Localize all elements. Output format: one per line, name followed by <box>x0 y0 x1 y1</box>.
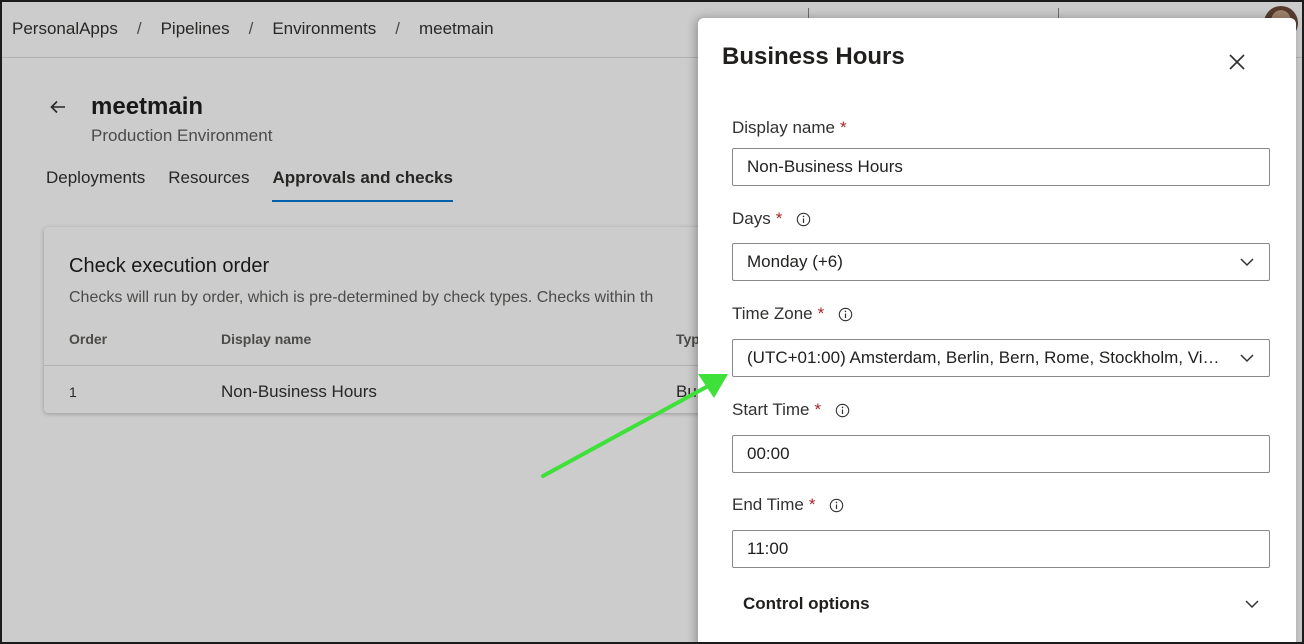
required-marker: * <box>817 304 825 323</box>
chevron-down-icon <box>1239 350 1255 366</box>
info-icon[interactable] <box>829 498 844 513</box>
days-dropdown[interactable]: Monday (+6) <box>732 243 1270 281</box>
display-name-label-text: Display name <box>732 118 835 137</box>
end-time-label: End Time * <box>732 495 844 515</box>
required-marker: * <box>840 118 847 137</box>
display-name-label: Display name * <box>732 118 847 138</box>
display-name-field[interactable]: Non-Business Hours <box>732 148 1270 186</box>
required-marker: * <box>808 495 816 514</box>
start-time-field[interactable]: 00:00 <box>732 435 1270 473</box>
panel-title: Business Hours <box>722 43 905 70</box>
info-icon[interactable] <box>835 403 850 418</box>
control-options-label: Control options <box>743 594 870 613</box>
required-marker: * <box>775 209 783 228</box>
time-zone-label-text: Time Zone <box>732 304 813 323</box>
info-icon[interactable] <box>796 212 811 227</box>
end-time-value: 11:00 <box>747 539 789 558</box>
info-icon[interactable] <box>838 307 853 322</box>
days-label-text: Days <box>732 209 771 228</box>
control-options-expander[interactable]: Control options <box>732 590 1270 618</box>
start-time-label: Start Time * <box>732 400 850 420</box>
close-icon[interactable] <box>1226 51 1248 73</box>
days-value: Monday (+6) <box>747 252 843 271</box>
end-time-field[interactable]: 11:00 <box>732 530 1270 568</box>
required-marker: * <box>814 400 822 419</box>
screenshot-frame: PersonalApps / Pipelines / Environments … <box>0 0 1304 644</box>
start-time-value: 00:00 <box>747 444 790 463</box>
time-zone-value: (UTC+01:00) Amsterdam, Berlin, Bern, Rom… <box>747 348 1227 367</box>
end-time-label-text: End Time <box>732 495 804 514</box>
time-zone-dropdown[interactable]: (UTC+01:00) Amsterdam, Berlin, Bern, Rom… <box>732 339 1270 377</box>
chevron-down-icon <box>1244 596 1260 612</box>
chevron-down-icon <box>1239 254 1255 270</box>
business-hours-panel: Business Hours Display name * Non-Busine… <box>698 18 1296 642</box>
days-label: Days * <box>732 209 811 229</box>
start-time-label-text: Start Time <box>732 400 810 419</box>
time-zone-label: Time Zone * <box>732 304 853 324</box>
display-name-value: Non-Business Hours <box>747 157 903 176</box>
